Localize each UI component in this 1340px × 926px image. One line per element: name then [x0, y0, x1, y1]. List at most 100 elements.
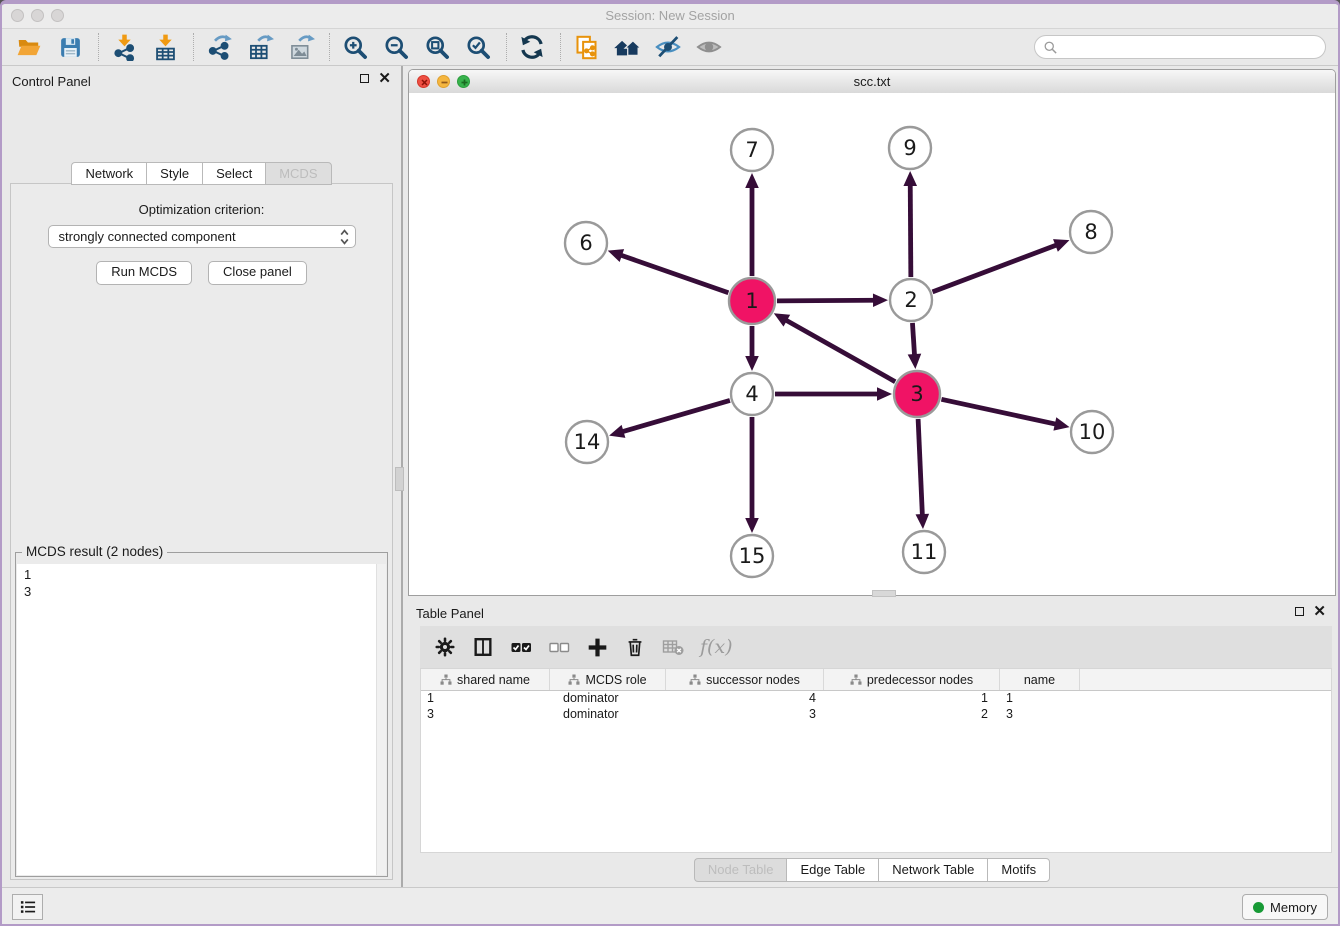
graph-node-2[interactable]: 2: [890, 279, 932, 321]
table-cell[interactable]: 3: [666, 707, 824, 723]
close-panel-icon[interactable]: ✕: [378, 74, 391, 83]
float-table-panel-icon[interactable]: [1295, 607, 1304, 616]
graph-edge-3-11[interactable]: [918, 419, 922, 517]
zoom-selected-icon[interactable]: [463, 32, 493, 62]
table-cell[interactable]: 1: [824, 691, 1000, 707]
tab-style[interactable]: Style: [146, 162, 202, 185]
table-cell[interactable]: 4: [666, 691, 824, 707]
graph-edge-arrowhead: [608, 249, 624, 262]
search-input[interactable]: [1058, 39, 1312, 56]
network-graph[interactable]: 7 9 6 8 1 2 4 3 14 10 15 11: [409, 93, 1335, 595]
view-eye-icon[interactable]: [694, 32, 724, 62]
svg-text:14: 14: [574, 430, 601, 454]
home-view-icon[interactable]: [612, 32, 642, 62]
graph-node-15[interactable]: 15: [731, 535, 773, 577]
graph-edge-2-3[interactable]: [912, 323, 914, 357]
network-canvas[interactable]: 7 9 6 8 1 2 4 3 14 10 15 11: [409, 93, 1335, 595]
node-table[interactable]: shared nameMCDS rolesuccessor nodesprede…: [420, 668, 1332, 853]
graph-edge-4-14[interactable]: [621, 400, 730, 432]
save-icon[interactable]: [55, 32, 85, 62]
table-cell[interactable]: dominator: [550, 691, 666, 707]
table-tabs: Node Table Edge Table Network Table Moti…: [408, 858, 1336, 882]
close-table-panel-icon[interactable]: ✕: [1313, 607, 1326, 616]
open-folder-icon[interactable]: [14, 32, 44, 62]
svg-text:4: 4: [745, 382, 758, 406]
graph-edge-3-1[interactable]: [784, 319, 895, 382]
graph-edge-arrowhead: [745, 356, 759, 371]
table-cell[interactable]: 1: [1000, 691, 1080, 707]
mcds-result-group: MCDS result (2 nodes) 1 3: [15, 552, 388, 877]
graph-edge-arrowhead: [908, 354, 922, 369]
column-header-predecessor-nodes[interactable]: predecessor nodes: [824, 669, 1000, 690]
export-table-icon[interactable]: [245, 32, 275, 62]
graph-edge-3-10[interactable]: [941, 399, 1057, 424]
add-column-icon[interactable]: [584, 634, 610, 660]
close-view-button[interactable]: [417, 75, 430, 88]
table-cell[interactable]: 1: [421, 691, 550, 707]
tab-mcds[interactable]: MCDS: [265, 162, 331, 185]
zoom-fit-icon[interactable]: [422, 32, 452, 62]
graph-edge-2-9[interactable]: [910, 183, 911, 277]
graph-node-9[interactable]: 9: [889, 127, 931, 169]
run-mcds-button[interactable]: Run MCDS: [96, 261, 192, 285]
table-row[interactable]: 3dominator323: [421, 707, 1331, 723]
graph-edge-1-2[interactable]: [777, 300, 876, 301]
minimize-view-button[interactable]: [437, 75, 450, 88]
graph-node-7[interactable]: 7: [731, 129, 773, 171]
column-header-name[interactable]: name: [1000, 669, 1080, 690]
refresh-layout-icon[interactable]: [517, 32, 547, 62]
settings-gear-icon[interactable]: [432, 634, 458, 660]
export-network-icon[interactable]: [204, 32, 234, 62]
graph-node-6[interactable]: 6: [565, 222, 607, 264]
table-row[interactable]: 1dominator411: [421, 691, 1331, 707]
tab-motifs[interactable]: Motifs: [987, 858, 1050, 882]
task-history-button[interactable]: [12, 894, 43, 920]
graph-node-10[interactable]: 10: [1071, 411, 1113, 453]
column-header-shared-name[interactable]: shared name: [421, 669, 550, 690]
zoom-in-icon[interactable]: [340, 32, 370, 62]
graph-node-1[interactable]: 1: [729, 278, 775, 324]
horizontal-splitter-grip[interactable]: [872, 590, 896, 597]
toolbar-separator: [329, 33, 330, 61]
graph-node-14[interactable]: 14: [566, 421, 608, 463]
float-panel-icon[interactable]: [360, 74, 369, 83]
tab-edge-table[interactable]: Edge Table: [786, 858, 878, 882]
graph-edge-1-6[interactable]: [619, 255, 728, 293]
clone-network-icon[interactable]: [571, 32, 601, 62]
graph-edge-arrowhead: [609, 425, 625, 438]
deselect-all-icon[interactable]: [546, 634, 572, 660]
tab-network[interactable]: Network: [71, 162, 146, 185]
tab-select[interactable]: Select: [202, 162, 265, 185]
tab-node-table[interactable]: Node Table: [694, 858, 787, 882]
zoom-out-icon[interactable]: [381, 32, 411, 62]
export-image-icon[interactable]: [286, 32, 316, 62]
mcds-result-list[interactable]: 1 3: [17, 564, 386, 875]
graph-edge-arrowhead: [1053, 417, 1069, 430]
main-toolbar: [2, 29, 1338, 66]
criterion-dropdown[interactable]: strongly connected component: [48, 225, 356, 248]
graph-node-3[interactable]: 3: [894, 371, 940, 417]
graph-node-8[interactable]: 8: [1070, 211, 1112, 253]
graph-node-11[interactable]: 11: [903, 531, 945, 573]
table-cell[interactable]: 3: [1000, 707, 1080, 723]
column-header-successor-nodes[interactable]: successor nodes: [666, 669, 824, 690]
import-network-icon[interactable]: [109, 32, 139, 62]
select-all-icon[interactable]: [508, 634, 534, 660]
close-panel-button[interactable]: Close panel: [208, 261, 307, 285]
memory-button[interactable]: Memory: [1242, 894, 1328, 920]
graph-node-4[interactable]: 4: [731, 373, 773, 415]
tab-network-table[interactable]: Network Table: [878, 858, 987, 882]
delete-column-icon[interactable]: [622, 634, 648, 660]
maximize-view-button[interactable]: [457, 75, 470, 88]
table-cell[interactable]: 2: [824, 707, 1000, 723]
column-header-MCDS-role[interactable]: MCDS role: [550, 669, 666, 690]
table-cell[interactable]: dominator: [550, 707, 666, 723]
import-table-icon[interactable]: [150, 32, 180, 62]
function-builder-icon: f(x): [700, 636, 733, 658]
search-field[interactable]: [1034, 35, 1326, 59]
show-hide-panel-icon[interactable]: [653, 32, 683, 62]
columns-icon[interactable]: [470, 634, 496, 660]
table-cell[interactable]: 3: [421, 707, 550, 723]
graph-edge-2-8[interactable]: [933, 244, 1059, 292]
result-scrollbar[interactable]: [376, 564, 386, 875]
